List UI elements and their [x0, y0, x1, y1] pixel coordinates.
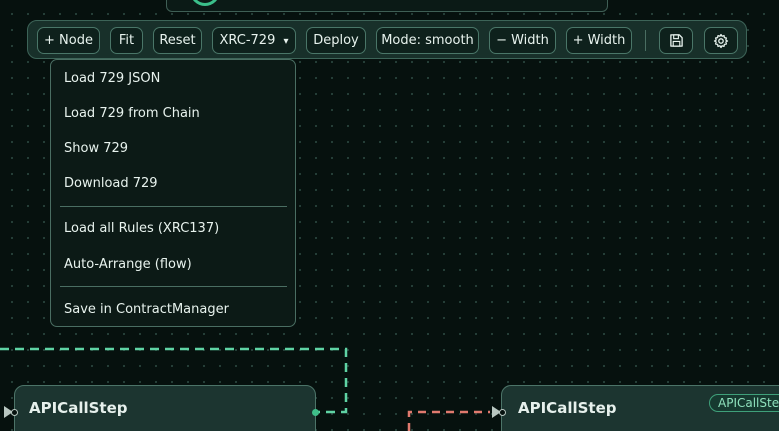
width-plus-button[interactable]: + Width — [566, 27, 632, 54]
menu-separator — [60, 286, 287, 287]
deploy-button[interactable]: Deploy — [306, 27, 366, 54]
mode-button[interactable]: Mode: smooth — [376, 27, 479, 54]
save-icon — [669, 34, 683, 47]
flow-canvas[interactable]: + Node Fit Reset XRC-729 ▾ Deploy Mode: … — [0, 0, 779, 431]
width-minus-button[interactable]: − Width — [489, 27, 556, 54]
menu-item-download[interactable]: Download 729 — [64, 176, 158, 191]
edge-red[interactable] — [407, 410, 490, 431]
settings-button[interactable] — [704, 27, 738, 54]
standard-select[interactable]: XRC-729 ▾ — [212, 27, 296, 54]
fit-button[interactable]: Fit — [110, 27, 143, 54]
node-type-badge: APICallStep — [709, 394, 779, 412]
node-api-call-step[interactable]: APICallStep — [14, 385, 316, 431]
reset-button[interactable]: Reset — [153, 27, 202, 54]
menu-item-load-all-rules[interactable]: Load all Rules (XRC137) — [64, 221, 219, 236]
standard-select-value: XRC-729 — [219, 33, 276, 48]
menu-item-save-contract-manager[interactable]: Save in ContractManager — [64, 302, 229, 317]
menu-item-auto-arrange[interactable]: Auto-Arrange (flow) — [64, 257, 192, 272]
output-port[interactable] — [312, 409, 319, 416]
standard-dropdown-menu: Load 729 JSON Load 729 from Chain Show 7… — [50, 59, 296, 327]
toolbar-separator — [645, 30, 646, 51]
menu-separator — [60, 206, 287, 207]
node-title: APICallStep — [518, 399, 617, 417]
input-port-dot[interactable] — [499, 409, 506, 416]
node-api-call-step[interactable]: APICallStep APICallStep — [501, 385, 779, 431]
toolbar: + Node Fit Reset XRC-729 ▾ Deploy Mode: … — [27, 20, 747, 59]
save-button[interactable] — [659, 27, 693, 54]
menu-item-show[interactable]: Show 729 — [64, 141, 128, 156]
menu-item-load-from-chain[interactable]: Load 729 from Chain — [64, 106, 200, 121]
input-port-dot[interactable] — [11, 409, 18, 416]
menu-item-load-json[interactable]: Load 729 JSON — [64, 71, 160, 86]
node-title: APICallStep — [29, 399, 128, 417]
gear-icon — [713, 33, 729, 49]
add-node-button[interactable]: + Node — [37, 27, 100, 54]
chevron-down-icon: ▾ — [283, 36, 289, 47]
